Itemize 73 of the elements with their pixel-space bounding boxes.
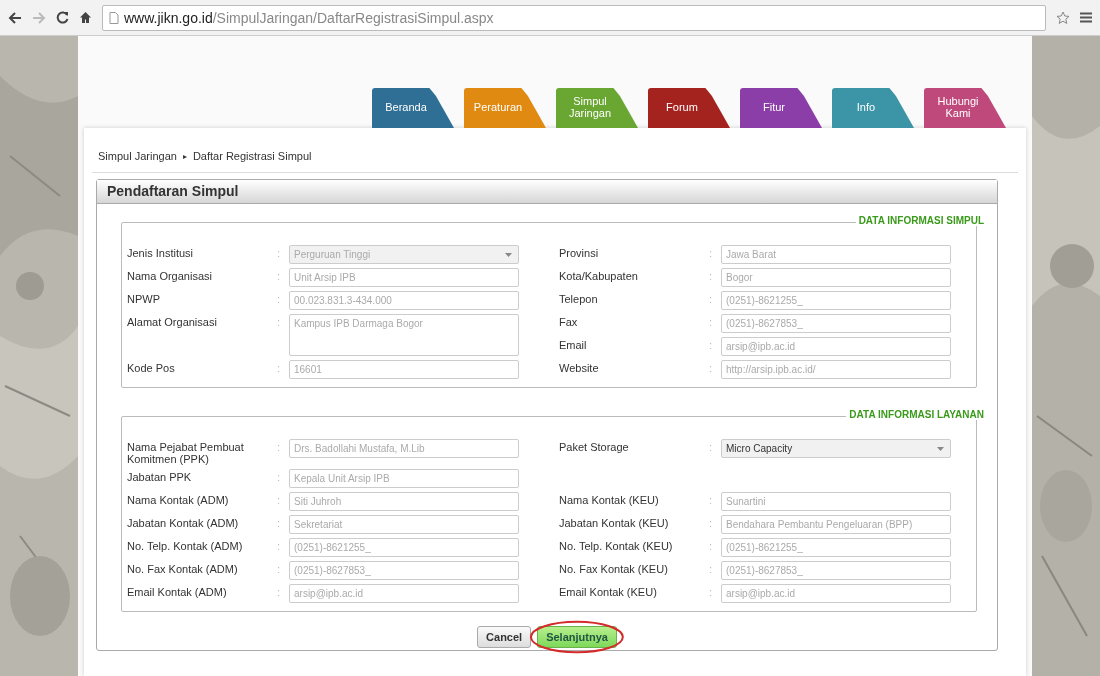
nav-tab[interactable]: Info [832, 88, 914, 128]
colon: : [277, 585, 282, 598]
field-label: Nama Kontak (ADM) [127, 493, 230, 506]
colon: : [277, 292, 282, 305]
form-button[interactable]: Selanjutnya [537, 626, 617, 648]
colon: : [277, 493, 282, 506]
colon: : [709, 516, 714, 529]
field-label: Email [559, 338, 588, 351]
field-label: No. Fax Kontak (KEU) [559, 562, 669, 575]
colon: : [277, 315, 282, 328]
field-label: No. Telp. Kontak (ADM) [127, 539, 244, 552]
field-label: Fax [559, 315, 579, 328]
reload-icon[interactable] [56, 11, 69, 24]
field-label: NPWP [127, 292, 161, 305]
field-label: No. Fax Kontak (ADM) [127, 562, 239, 575]
field-label: Nama Pejabat Pembuat Komitmen (PPK) [127, 440, 245, 465]
nav-tab[interactable]: Simpul Jaringan [556, 88, 638, 128]
colon: : [277, 562, 282, 575]
field-label: Nama Kontak (KEU) [559, 493, 660, 506]
colon: : [277, 516, 282, 529]
field-label: Alamat Organisasi [127, 315, 218, 328]
field-label: Email Kontak (ADM) [127, 585, 228, 598]
panel-title: Pendaftaran Simpul [97, 180, 997, 204]
section-legend: DATA INFORMASI SIMPUL [855, 215, 984, 226]
address-bar[interactable]: www.jikn.go.id/SimpulJaringan/DaftarRegistrasiSimpul.aspx [102, 4, 1046, 31]
nav-tab[interactable]: Forum [648, 88, 730, 128]
field-label: Jabatan Kontak (KEU) [559, 516, 670, 529]
section-legend: DATA INFORMASI LAYANAN [846, 409, 984, 420]
back-icon[interactable] [8, 11, 22, 24]
nav-tab[interactable]: Hubungi Kami [924, 88, 1006, 128]
page-icon [109, 11, 119, 24]
field-label: Email Kontak (KEU) [559, 585, 658, 598]
form-button[interactable]: Cancel [477, 626, 532, 648]
colon: : [709, 440, 714, 453]
colon: : [709, 338, 714, 351]
field-label: Kode Pos [127, 361, 176, 374]
dropdown-arrow-icon [937, 446, 944, 451]
menu-icon[interactable] [1080, 12, 1092, 23]
colon: : [277, 440, 282, 453]
colon: : [709, 493, 714, 506]
colon: : [709, 585, 714, 598]
field-label: No. Telp. Kontak (KEU) [559, 539, 674, 552]
nav-tab[interactable]: Peraturan [464, 88, 546, 128]
dropdown-arrow-icon [505, 252, 512, 257]
field-label: Jenis Institusi [127, 246, 195, 259]
field-label: Jabatan PPK [127, 470, 193, 483]
select-field[interactable]: Micro Capacity [721, 439, 951, 458]
field-label: Jabatan Kontak (ADM) [127, 516, 240, 529]
field-label: Paket Storage [559, 440, 630, 453]
star-icon[interactable] [1056, 10, 1070, 25]
colon: : [277, 269, 282, 282]
colon: : [277, 470, 282, 483]
field-label: Website [559, 361, 600, 374]
home-icon[interactable] [79, 11, 92, 24]
colon: : [709, 292, 714, 305]
breadcrumb-link[interactable]: Simpul Jaringan [98, 150, 177, 162]
colon: : [709, 315, 714, 328]
colon: : [709, 562, 714, 575]
colon: : [709, 539, 714, 552]
field-label: Nama Organisasi [127, 269, 213, 282]
colon: : [709, 361, 714, 374]
nav-tab[interactable]: Fitur [740, 88, 822, 128]
nav-tab[interactable]: Beranda [372, 88, 454, 128]
colon: : [277, 539, 282, 552]
field-label: Provinsi [559, 246, 600, 259]
field-label: Telepon [559, 292, 599, 305]
colon: : [277, 246, 282, 259]
colon: : [709, 246, 714, 259]
breadcrumb-separator: ▸ [182, 151, 187, 161]
colon: : [277, 361, 282, 374]
field-label: Kota/Kabupaten [559, 269, 639, 282]
colon: : [709, 269, 714, 282]
breadcrumb-link[interactable]: Daftar Registrasi Simpul [192, 150, 312, 162]
